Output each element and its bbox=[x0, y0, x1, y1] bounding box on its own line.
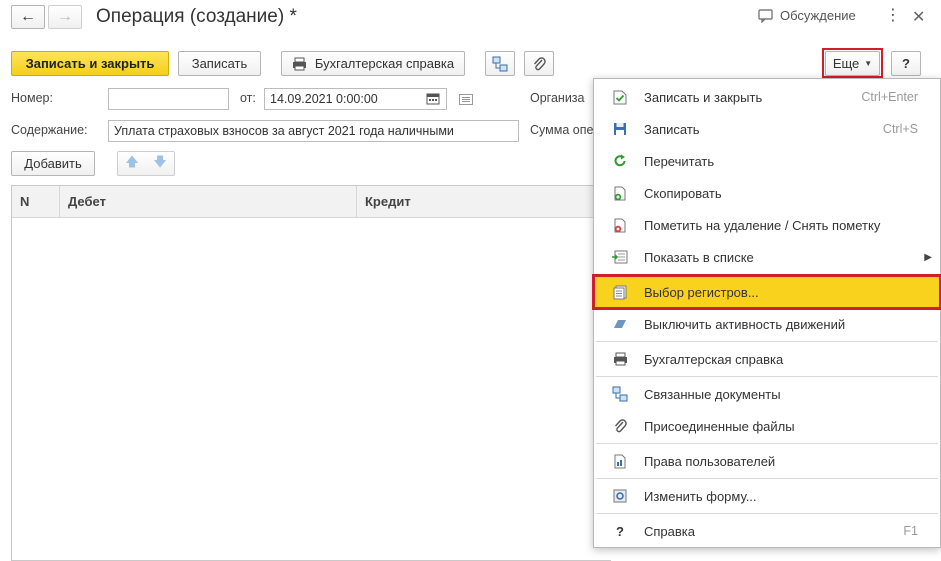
menu-item-mark-delete[interactable]: Пометить на удаление / Снять пометку bbox=[594, 209, 940, 241]
number-label: Номер: bbox=[11, 91, 53, 105]
arrow-left-icon: ← bbox=[20, 8, 36, 25]
menu-label: Справка bbox=[644, 523, 695, 539]
menu-separator bbox=[596, 376, 938, 377]
date-label: от: bbox=[240, 91, 256, 105]
show-in-list-icon bbox=[612, 249, 628, 265]
menu-separator bbox=[596, 513, 938, 514]
menu-separator bbox=[596, 478, 938, 479]
menu-item-linked-docs[interactable]: Связанные документы bbox=[594, 378, 940, 410]
menu-label: Выключить активность движений bbox=[644, 316, 846, 332]
caret-down-icon: ▼ bbox=[864, 59, 873, 68]
menu-item-save-close[interactable]: Записать и закрыть Ctrl+Enter bbox=[594, 81, 940, 113]
delete-mark-icon bbox=[612, 217, 628, 233]
table-header: N Дебет Кредит bbox=[12, 186, 611, 218]
menu-label: Пометить на удаление / Снять пометку bbox=[644, 217, 881, 233]
deactivate-icon bbox=[612, 316, 628, 332]
sum-label: Сумма опе bbox=[530, 123, 594, 137]
move-up-icon[interactable]: 🡅 bbox=[125, 153, 138, 175]
accounting-reference-button[interactable]: Бухгалтерская справка bbox=[281, 51, 465, 76]
entries-table: N Дебет Кредит bbox=[11, 185, 611, 561]
menu-label: Записать и закрыть bbox=[644, 89, 763, 105]
column-debit[interactable]: Дебет bbox=[60, 186, 357, 218]
add-row-button[interactable]: Добавить bbox=[11, 151, 95, 176]
chat-icon bbox=[758, 8, 773, 23]
number-field[interactable] bbox=[108, 88, 229, 110]
menu-item-user-rights[interactable]: Права пользователей bbox=[594, 445, 940, 477]
list-icon[interactable] bbox=[459, 93, 473, 108]
menu-label: Связанные документы bbox=[644, 386, 781, 402]
refresh-icon bbox=[612, 153, 628, 169]
accounting-reference-label: Бухгалтерская справка bbox=[314, 56, 455, 71]
discussion-button[interactable]: Обсуждение bbox=[758, 8, 856, 23]
menu-item-reread[interactable]: Перечитать bbox=[594, 145, 940, 177]
move-buttons-group: 🡅 🡇 bbox=[117, 151, 175, 176]
menu-item-help[interactable]: ? Справка F1 bbox=[594, 515, 940, 547]
menu-shortcut: Ctrl+S bbox=[882, 122, 918, 136]
column-n[interactable]: N bbox=[12, 186, 60, 218]
menu-label: Выбор регистров... bbox=[644, 284, 759, 300]
more-button[interactable]: Еще ▼ bbox=[825, 51, 880, 76]
help-button[interactable]: ? bbox=[891, 51, 921, 76]
menu-item-change-form[interactable]: Изменить форму... bbox=[594, 480, 940, 512]
arrow-right-icon: → bbox=[57, 8, 73, 25]
discussion-label: Обсуждение bbox=[780, 8, 856, 23]
forward-button[interactable]: → bbox=[48, 5, 82, 29]
menu-label: Показать в списке bbox=[644, 249, 754, 265]
menu-label: Изменить форму... bbox=[644, 488, 757, 504]
menu-label: Присоединенные файлы bbox=[644, 418, 795, 434]
move-down-icon[interactable]: 🡇 bbox=[153, 153, 166, 175]
registers-icon bbox=[612, 284, 628, 300]
menu-separator bbox=[596, 341, 938, 342]
menu-separator bbox=[596, 443, 938, 444]
more-menu: Записать и закрыть Ctrl+Enter Записать C… bbox=[592, 78, 941, 548]
more-vert-icon[interactable]: ⋮ bbox=[885, 8, 901, 24]
attachments-button[interactable] bbox=[524, 51, 554, 76]
menu-item-accounting-ref[interactable]: Бухгалтерская справка bbox=[594, 343, 940, 375]
menu-label: Права пользователей bbox=[644, 453, 776, 469]
menu-item-select-registers[interactable]: Выбор регистров... bbox=[592, 274, 941, 310]
menu-shortcut: Ctrl+Enter bbox=[861, 90, 918, 104]
help-icon: ? bbox=[616, 523, 624, 539]
form-settings-icon bbox=[612, 488, 628, 504]
printer-icon bbox=[292, 57, 306, 70]
linked-docs-icon bbox=[612, 386, 628, 402]
menu-item-show-in-list[interactable]: Показать в списке ▶ bbox=[594, 241, 940, 273]
menu-item-copy[interactable]: Скопировать bbox=[594, 177, 940, 209]
menu-label: Перечитать bbox=[644, 153, 715, 169]
printer-icon bbox=[612, 351, 628, 367]
save-button[interactable]: Записать bbox=[178, 51, 261, 76]
menu-label: Скопировать bbox=[644, 185, 722, 201]
date-field[interactable]: 14.09.2021 0:00:00 bbox=[264, 88, 447, 110]
save-close-icon bbox=[612, 89, 628, 105]
menu-label: Бухгалтерская справка bbox=[644, 351, 784, 367]
menu-shortcut: F1 bbox=[903, 524, 918, 538]
copy-icon bbox=[612, 185, 628, 201]
floppy-icon bbox=[612, 121, 628, 137]
linked-docs-icon bbox=[492, 56, 508, 71]
submenu-arrow-icon: ▶ bbox=[924, 251, 932, 263]
content-field[interactable]: Уплата страховых взносов за август 2021 … bbox=[108, 120, 519, 142]
date-value: 14.09.2021 0:00:00 bbox=[270, 92, 378, 106]
back-button[interactable]: ← bbox=[11, 5, 45, 29]
menu-label: Записать bbox=[644, 121, 700, 137]
save-and-close-button[interactable]: Записать и закрыть bbox=[11, 51, 169, 76]
more-label: Еще bbox=[832, 56, 860, 71]
menu-item-disable-movements[interactable]: Выключить активность движений bbox=[594, 308, 940, 340]
user-rights-icon bbox=[612, 453, 628, 469]
menu-item-save[interactable]: Записать Ctrl+S bbox=[594, 113, 940, 145]
organization-label: Организа bbox=[530, 91, 585, 105]
close-icon[interactable]: ✕ bbox=[912, 7, 925, 27]
page-title: Операция (создание) * bbox=[96, 6, 297, 27]
content-label: Содержание: bbox=[11, 123, 88, 137]
paperclip-icon bbox=[612, 418, 628, 434]
column-credit[interactable]: Кредит bbox=[357, 186, 612, 218]
calendar-icon[interactable] bbox=[426, 92, 440, 108]
paperclip-icon bbox=[533, 56, 546, 70]
menu-item-attached-files[interactable]: Присоединенные файлы bbox=[594, 410, 940, 442]
linked-docs-button[interactable] bbox=[485, 51, 515, 76]
